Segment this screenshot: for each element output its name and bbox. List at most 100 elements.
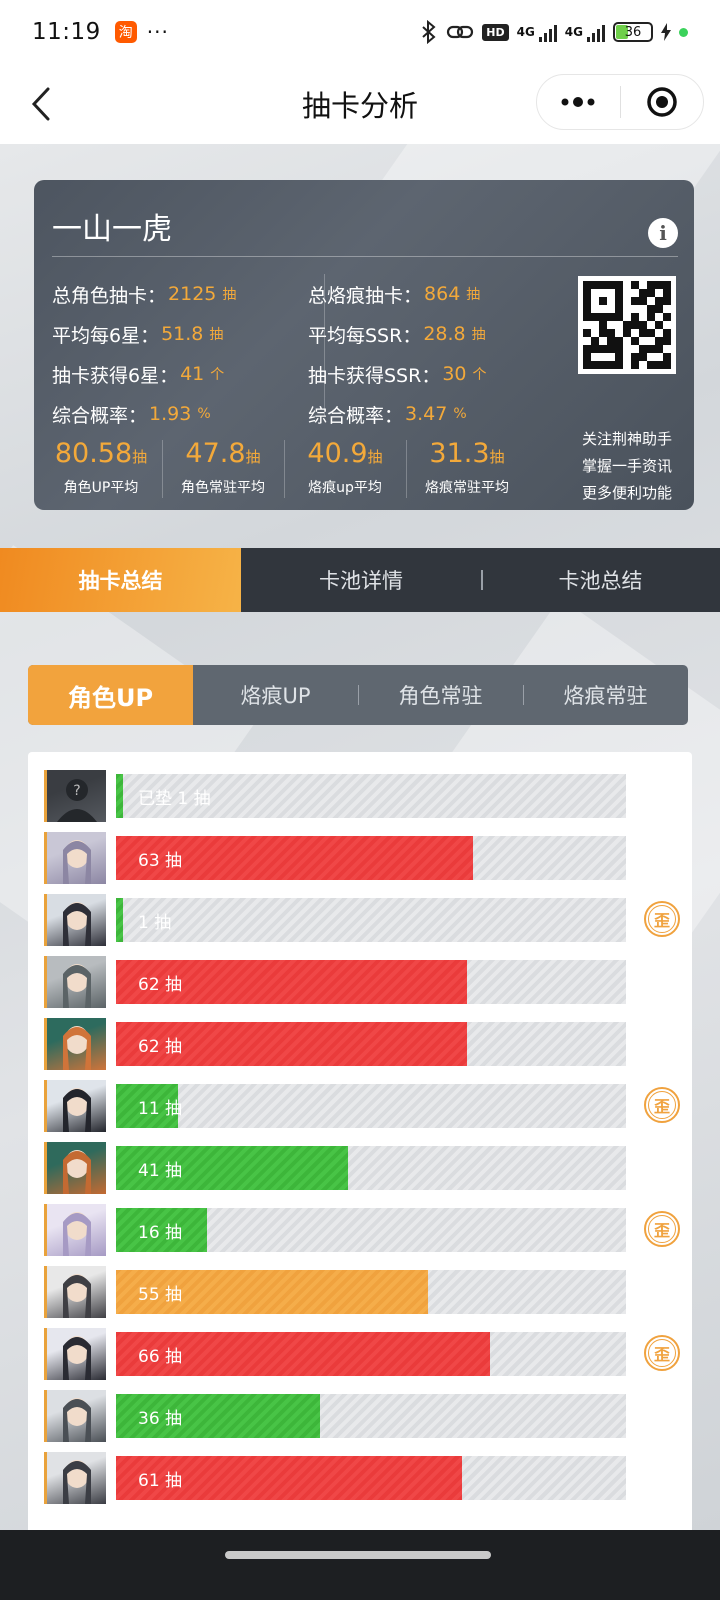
pull-count-label: 63 抽	[138, 850, 183, 871]
charging-icon	[661, 23, 671, 41]
page-title: 抽卡分析	[301, 89, 418, 123]
off-banner-badge-label: 歪	[648, 1091, 676, 1119]
pull-bar-fill	[116, 898, 123, 942]
subtab-imprint-standard[interactable]: 烙痕常驻	[523, 665, 688, 725]
pull-count-label: 66 抽	[138, 1346, 183, 1367]
subtab-character-standard[interactable]: 角色常驻	[358, 665, 523, 725]
pull-count-label: 11 抽	[138, 1098, 183, 1119]
pull-row[interactable]: ? 已垫 1 抽	[44, 770, 684, 822]
average-unit: 抽	[367, 448, 383, 466]
average-item: 80.58抽 角色UP平均	[40, 436, 162, 497]
promo-line: 关注荆神助手	[581, 430, 672, 448]
tab-label: 卡池详情	[319, 569, 403, 593]
pull-row[interactable]: 11 抽 歪	[44, 1080, 684, 1132]
hd-voice-icon: HD	[482, 23, 509, 41]
average-stats: 80.58抽 角色UP平均 47.8抽 角色常驻平均 40.9抽 烙痕up平均 …	[40, 436, 528, 498]
average-item: 40.9抽 烙痕up平均	[284, 436, 406, 498]
stat-value: 51.8	[161, 323, 204, 345]
character-avatar	[44, 1018, 106, 1070]
tab-pool-details[interactable]: 卡池详情	[241, 548, 481, 612]
pull-bar-track: 55 抽	[116, 1270, 626, 1314]
character-avatar	[44, 894, 106, 946]
tab-divider	[523, 685, 524, 705]
pull-count-label: 1 抽	[138, 912, 172, 933]
signal-icon-2	[587, 22, 605, 42]
more-dots-icon	[561, 97, 595, 107]
pull-count-label: 36 抽	[138, 1408, 183, 1429]
stat-value: 864	[424, 283, 461, 305]
sub-tabs: 角色UP 烙痕UP 角色常驻 烙痕常驻	[28, 665, 688, 725]
character-portrait	[63, 1212, 91, 1256]
close-program-button[interactable]	[621, 75, 704, 129]
stat-value: 1.93	[149, 403, 192, 425]
pull-bar-fill	[116, 774, 123, 818]
subtab-character-up[interactable]: 角色UP	[28, 665, 193, 725]
pull-row[interactable]: 41 抽	[44, 1142, 684, 1194]
unknown-character-avatar: ?	[44, 770, 106, 822]
stat-row: 综合概率： 1.93%	[52, 394, 236, 434]
battery-icon: 36	[613, 22, 653, 42]
stat-label: 综合概率：	[52, 404, 148, 427]
tab-summary[interactable]: 抽卡总结	[0, 548, 241, 612]
pull-row[interactable]: 63 抽	[44, 832, 684, 884]
pull-row[interactable]: 16 抽 歪	[44, 1204, 684, 1256]
character-avatar	[44, 1204, 106, 1256]
average-label: 角色常驻平均	[181, 480, 265, 496]
pull-row[interactable]: 36 抽	[44, 1390, 684, 1442]
network-type-2: 4G	[564, 25, 583, 39]
character-portrait	[63, 1274, 91, 1318]
pull-count-label: 62 抽	[138, 1036, 183, 1057]
pull-bar-track: 61 抽	[116, 1456, 626, 1500]
pull-bar-track: 36 抽	[116, 1394, 626, 1438]
pull-bar-track: 已垫 1 抽	[116, 774, 626, 818]
average-unit: 抽	[132, 448, 148, 466]
status-time: 11:19	[32, 19, 101, 45]
pull-row[interactable]: 55 抽	[44, 1266, 684, 1318]
promo-line: 掌握一手资讯	[581, 457, 672, 475]
pull-count-label: 已垫 1 抽	[138, 788, 211, 809]
content-area: 一山一虎 i 总角色抽卡： 2125 抽 平均每6星： 51.8 抽 抽卡获得6星： 41…	[0, 144, 720, 1530]
off-banner-badge-label: 歪	[648, 905, 676, 933]
player-name: 一山一虎	[52, 212, 172, 247]
link-icon	[447, 25, 474, 39]
privacy-indicator-icon	[679, 27, 688, 37]
qr-code[interactable]	[578, 276, 676, 374]
tab-pool-summary[interactable]: 卡池总结	[481, 548, 720, 612]
character-portrait	[63, 1398, 91, 1442]
average-value: 40.9	[307, 438, 368, 469]
nav-bar: 抽卡分析	[0, 64, 720, 144]
character-portrait	[63, 1088, 91, 1132]
pull-row[interactable]: 1 抽 歪	[44, 894, 684, 946]
stat-value: 41	[180, 363, 205, 385]
character-portrait	[63, 1026, 91, 1070]
stat-label: 抽卡获得6星：	[52, 364, 179, 387]
stat-label: 总烙痕抽卡：	[308, 284, 423, 307]
stat-value: 2125	[168, 283, 217, 305]
pull-row[interactable]: 66 抽 歪	[44, 1328, 684, 1380]
average-value: 80.58	[54, 438, 133, 469]
average-item: 31.3抽 烙痕常驻平均	[406, 436, 528, 498]
more-button[interactable]	[537, 75, 620, 129]
promo-text: 关注荆神助手 掌握一手资讯 更多便利功能	[582, 426, 672, 507]
qr-code-pattern	[583, 281, 671, 369]
stat-unit: 抽	[466, 287, 481, 303]
card-divider	[52, 256, 678, 257]
stat-label: 抽卡获得SSR：	[308, 364, 441, 387]
back-button[interactable]	[26, 82, 56, 126]
home-indicator[interactable]	[225, 1551, 491, 1559]
stat-row: 平均每6星： 51.8 抽	[52, 314, 236, 354]
pull-row[interactable]: 61 抽	[44, 1452, 684, 1504]
info-icon[interactable]: i	[648, 218, 678, 248]
promo-line: 更多便利功能	[581, 484, 672, 502]
stat-label: 总角色抽卡：	[52, 284, 167, 307]
stat-unit: %	[453, 406, 467, 422]
pull-row[interactable]: 62 抽	[44, 1018, 684, 1070]
stat-unit: 个	[472, 367, 487, 383]
pull-row[interactable]: 62 抽	[44, 956, 684, 1008]
pull-count-label: 41 抽	[138, 1160, 183, 1181]
pull-count-label: 62 抽	[138, 974, 183, 995]
stat-row: 总角色抽卡： 2125 抽	[52, 274, 236, 314]
subtab-imprint-up[interactable]: 烙痕UP	[193, 665, 358, 725]
character-avatar	[44, 1390, 106, 1442]
status-bar: 11:19 淘 ··· HD 4G 4G 36	[0, 0, 720, 64]
